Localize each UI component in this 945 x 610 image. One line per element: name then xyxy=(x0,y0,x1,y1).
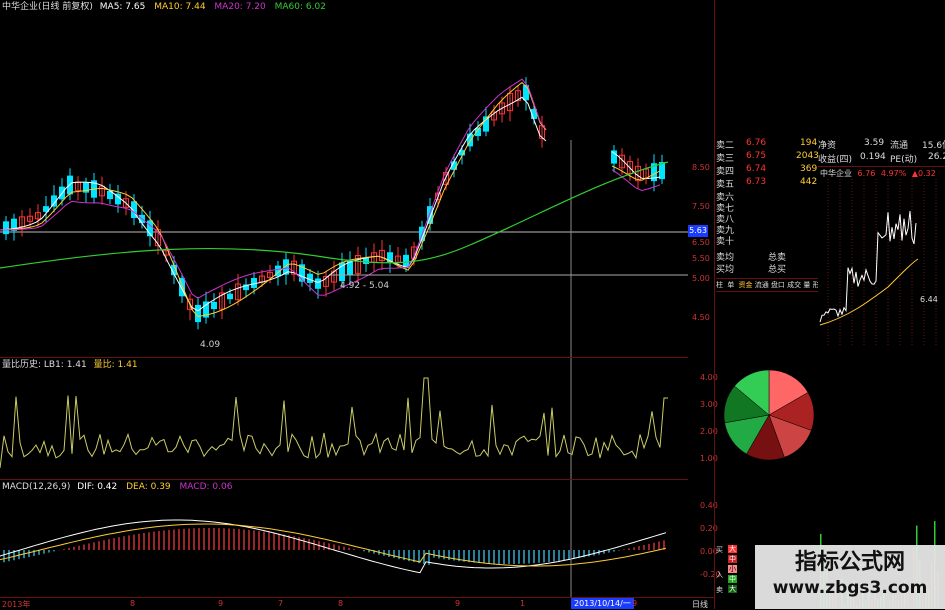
price-tick: 6.50 xyxy=(692,238,710,247)
volume-ratio-chart xyxy=(0,358,668,480)
macd-panel[interactable]: MACD(12,26,9) DIF: 0.42 DEA: 0.39 MACD: … xyxy=(0,479,688,598)
price-tick: 5.50 xyxy=(692,254,710,263)
stock-info: 净资 3.59 流通 15.6亿 收益(四) 0.194 PE(动) 26.2 xyxy=(818,138,945,168)
tab-flow[interactable]: 流通 xyxy=(755,281,769,289)
total-buy-label: 总买 xyxy=(768,265,787,275)
intraday-chart xyxy=(819,179,937,347)
month-mark: 8 xyxy=(130,599,136,608)
year-label: 2013年 xyxy=(2,600,31,609)
month-mark: 9 xyxy=(218,599,224,608)
candlestick-chart xyxy=(0,77,688,357)
main-price-axis: 8.50 7.50 6.50 5.50 5.00 4.50 xyxy=(690,0,714,357)
bottom-time-bar: 2013年 8 9 7 8 9 1 2013/10/14/一 9 日线 xyxy=(0,597,715,610)
intraday-tick: 6.44 xyxy=(920,295,938,304)
float-label: 流通 xyxy=(890,141,909,151)
month-mark: 7 xyxy=(278,599,284,608)
pe-label: PE(动) xyxy=(890,155,918,165)
price-tick: 8.50 xyxy=(692,163,710,172)
net-asset-label: 净资 xyxy=(818,141,837,151)
watermark-title: 指标公式网 xyxy=(794,550,905,575)
intraday-price-line xyxy=(819,210,917,323)
candle-body xyxy=(195,304,201,323)
order-book: 卖二 6.76 194 卖三 6.75 2043 卖四 6.74 369 卖五 … xyxy=(716,138,819,278)
candle-body xyxy=(659,162,665,180)
ask-row: 卖二 6.76 194 xyxy=(716,138,818,151)
eps-label: 收益(四) xyxy=(818,155,853,165)
candle-body xyxy=(227,293,233,300)
pe-value: 26.2 xyxy=(928,152,945,162)
ma60-line xyxy=(0,161,669,269)
candle-body xyxy=(403,254,409,268)
intraday-panel[interactable]: 中华企业 6.76 4.97% ▲0.32 6.44 xyxy=(818,166,945,347)
price-tick: 4.50 xyxy=(692,313,710,322)
watermark: 指标公式网 www.zbgs3.com xyxy=(755,545,945,609)
intraday-avg-line xyxy=(819,258,919,326)
price-tick: 5.00 xyxy=(692,274,710,283)
net-asset-value: 3.59 xyxy=(864,138,885,148)
watermark-url: www.zbgs3.com xyxy=(772,578,928,598)
ask-row: 卖三 6.75 2043 xyxy=(716,151,819,164)
volume-ratio-panel[interactable]: 量比历史: LB1: 1.41 量比: 1.41 xyxy=(0,357,688,480)
candle-body xyxy=(315,278,321,289)
range-label: 4.92 - 5.04 xyxy=(340,281,390,291)
ma10-line xyxy=(0,81,661,318)
eps-value: 0.194 xyxy=(860,152,886,162)
tab-book[interactable]: 盘口 xyxy=(771,281,785,289)
ask-row: 卖四 6.74 369 xyxy=(716,164,818,177)
candle-body xyxy=(3,221,9,235)
tab-deal[interactable]: 成交 xyxy=(787,281,801,289)
ask-row: 卖五 6.73 442 xyxy=(716,177,818,190)
month-mark: 9 xyxy=(632,599,638,608)
price-tick: 7.50 xyxy=(692,202,710,211)
tab-fund[interactable]: 资金 xyxy=(738,281,752,289)
avg-buy-label: 买均 xyxy=(716,265,735,275)
macd-chart xyxy=(0,480,667,598)
main-chart-panel[interactable]: 中华企业(日线 前复权) MA5: 7.65 MA10: 7.44 MA20: … xyxy=(0,0,708,357)
crosshair-date-tag: 2013/10/14/一 xyxy=(571,598,634,609)
tab-single[interactable]: 单 xyxy=(727,281,734,289)
ma5-line xyxy=(0,96,661,312)
tab-bar[interactable]: 柱 xyxy=(716,281,723,289)
candle-body xyxy=(211,301,217,310)
float-value: 15.6亿 xyxy=(922,141,945,151)
volume-ratio-line xyxy=(0,377,668,469)
period-label[interactable]: 日线 xyxy=(692,599,708,610)
ask-row: 卖十 xyxy=(716,237,735,247)
flow-legend: 买 大 中 小 入 中 大 卖 xyxy=(716,545,737,594)
fund-flow-pie xyxy=(723,369,815,461)
month-mark: 8 xyxy=(338,599,344,608)
candle-body xyxy=(363,257,369,265)
tab-volume[interactable]: 量 xyxy=(803,281,810,289)
panel-tabs: 柱 单 资金 流通 盘口 成交 量 形 xyxy=(716,278,818,292)
month-mark: 1 xyxy=(520,599,526,608)
low-price-label: 4.09 xyxy=(200,340,221,350)
month-mark: 9 xyxy=(455,599,461,608)
